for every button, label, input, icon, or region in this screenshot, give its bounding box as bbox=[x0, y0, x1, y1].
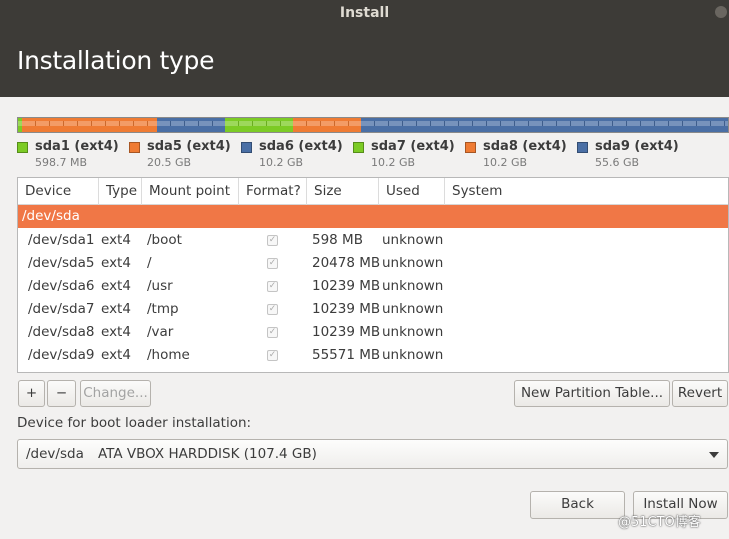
column-header-used[interactable]: Used bbox=[379, 178, 445, 205]
cell-mount: /boot bbox=[147, 232, 182, 248]
cell-mount: /tmp bbox=[147, 301, 179, 317]
page-header: Installation type bbox=[0, 26, 729, 97]
cell-type: ext4 bbox=[101, 324, 131, 340]
table-row[interactable]: /dev/sda1 ext4 /boot ✓ 598 MB unknown bbox=[18, 229, 728, 252]
legend-label: sda7 (ext4) bbox=[371, 139, 455, 154]
legend-size: 10.2 GB bbox=[483, 156, 528, 169]
format-checkbox[interactable]: ✓ bbox=[267, 281, 278, 292]
cell-size: 10239 MB bbox=[312, 278, 381, 294]
legend-swatch bbox=[465, 142, 476, 153]
cell-used: unknown bbox=[382, 301, 444, 317]
cell-type: ext4 bbox=[101, 232, 131, 248]
cell-type: ext4 bbox=[101, 347, 131, 363]
legend-size: 10.2 GB bbox=[371, 156, 416, 169]
dropdown-arrow-icon bbox=[709, 452, 719, 458]
legend-swatch bbox=[129, 142, 140, 153]
legend-size: 55.6 GB bbox=[595, 156, 640, 169]
table-row[interactable]: /dev/sda5 ext4 / ✓ 20478 MB unknown bbox=[18, 252, 728, 275]
legend-size: 20.5 GB bbox=[147, 156, 192, 169]
cell-size: 20478 MB bbox=[312, 255, 381, 271]
table-header: Device Type Mount point Format? Size Use… bbox=[18, 178, 728, 205]
cell-type: ext4 bbox=[101, 278, 131, 294]
table-row[interactable]: /dev/sda8 ext4 /var ✓ 10239 MB unknown bbox=[18, 321, 728, 344]
disk-usage-bar bbox=[17, 117, 729, 133]
cell-device: /dev/sda9 bbox=[28, 347, 95, 363]
cell-mount: /var bbox=[147, 324, 174, 340]
cell-device: /dev/sda7 bbox=[28, 301, 95, 317]
watermark: @51CTO博客 bbox=[618, 515, 701, 530]
revert-button[interactable]: Revert bbox=[672, 380, 728, 407]
table-row-disk[interactable]: /dev/sda bbox=[18, 205, 728, 228]
window-close-icon[interactable] bbox=[715, 6, 727, 18]
column-header-type[interactable]: Type bbox=[99, 178, 142, 205]
table-row[interactable]: /dev/sda7 ext4 /tmp ✓ 10239 MB unknown bbox=[18, 298, 728, 321]
partition-legend: sda1 (ext4) 598.7 MB sda5 (ext4) 20.5 GB… bbox=[17, 139, 729, 171]
cell-used: unknown bbox=[382, 232, 444, 248]
legend-label: sda5 (ext4) bbox=[147, 139, 231, 154]
cell-device: /dev/sda1 bbox=[28, 232, 95, 248]
disk-segment-sda6 bbox=[157, 118, 226, 132]
legend-swatch bbox=[577, 142, 588, 153]
table-row[interactable]: /dev/sda6 ext4 /usr ✓ 10239 MB unknown bbox=[18, 275, 728, 298]
column-header-system[interactable]: System bbox=[445, 178, 728, 205]
legend-size: 10.2 GB bbox=[259, 156, 304, 169]
column-header-size[interactable]: Size bbox=[307, 178, 379, 205]
new-partition-table-button[interactable]: New Partition Table... bbox=[514, 380, 670, 407]
cell-type: ext4 bbox=[101, 255, 131, 271]
cell-type: ext4 bbox=[101, 301, 131, 317]
cell-size: 10239 MB bbox=[312, 324, 381, 340]
cell-device: /dev/sda6 bbox=[28, 278, 95, 294]
disk-segment-sda5 bbox=[21, 118, 158, 132]
cell-device: /dev/sda5 bbox=[28, 255, 95, 271]
legend-label: sda1 (ext4) bbox=[35, 139, 119, 154]
legend-size: 598.7 MB bbox=[35, 156, 88, 169]
cell-mount: /home bbox=[147, 347, 190, 363]
format-checkbox[interactable]: ✓ bbox=[267, 235, 278, 246]
disk-segment-sda7 bbox=[225, 118, 293, 132]
legend-label: sda6 (ext4) bbox=[259, 139, 343, 154]
format-checkbox[interactable]: ✓ bbox=[267, 350, 278, 361]
cell-size: 598 MB bbox=[312, 232, 363, 248]
bootloader-label: Device for boot loader installation: bbox=[17, 415, 252, 431]
remove-partition-button[interactable]: − bbox=[47, 380, 76, 407]
window-titlebar: Install bbox=[0, 0, 729, 26]
bootloader-device-select[interactable]: /dev/sda ATA VBOX HARDDISK (107.4 GB) bbox=[17, 439, 728, 469]
cell-size: 55571 MB bbox=[312, 347, 381, 363]
column-header-format[interactable]: Format? bbox=[239, 178, 307, 205]
legend-swatch bbox=[353, 142, 364, 153]
column-header-mount-point[interactable]: Mount point bbox=[142, 178, 239, 205]
cell-mount: /usr bbox=[147, 278, 173, 294]
format-checkbox[interactable]: ✓ bbox=[267, 258, 278, 269]
partition-table: Device Type Mount point Format? Size Use… bbox=[17, 177, 729, 373]
bootloader-device-description: ATA VBOX HARDDISK (107.4 GB) bbox=[98, 446, 317, 462]
format-checkbox[interactable]: ✓ bbox=[267, 304, 278, 315]
change-partition-button[interactable]: Change... bbox=[80, 380, 151, 407]
cell-size: 10239 MB bbox=[312, 301, 381, 317]
disk-segment-sda8 bbox=[292, 118, 361, 132]
back-button[interactable]: Back bbox=[530, 491, 625, 519]
cell-device: /dev/sda8 bbox=[28, 324, 95, 340]
page-title: Installation type bbox=[17, 46, 215, 75]
cell-used: unknown bbox=[382, 324, 444, 340]
legend-label: sda8 (ext4) bbox=[483, 139, 567, 154]
table-row[interactable]: /dev/sda9 ext4 /home ✓ 55571 MB unknown bbox=[18, 344, 728, 367]
cell-used: unknown bbox=[382, 347, 444, 363]
format-checkbox[interactable]: ✓ bbox=[267, 327, 278, 338]
window-title: Install bbox=[339, 5, 390, 21]
bootloader-device: /dev/sda bbox=[26, 446, 84, 462]
legend-swatch bbox=[17, 142, 28, 153]
cell-device: /dev/sda bbox=[22, 208, 80, 224]
cell-used: unknown bbox=[382, 255, 444, 271]
disk-segment-sda9 bbox=[360, 118, 728, 132]
legend-label: sda9 (ext4) bbox=[595, 139, 679, 154]
add-partition-button[interactable]: + bbox=[18, 380, 45, 407]
cell-used: unknown bbox=[382, 278, 444, 294]
column-header-device[interactable]: Device bbox=[18, 178, 99, 205]
legend-swatch bbox=[241, 142, 252, 153]
cell-mount: / bbox=[147, 255, 152, 271]
